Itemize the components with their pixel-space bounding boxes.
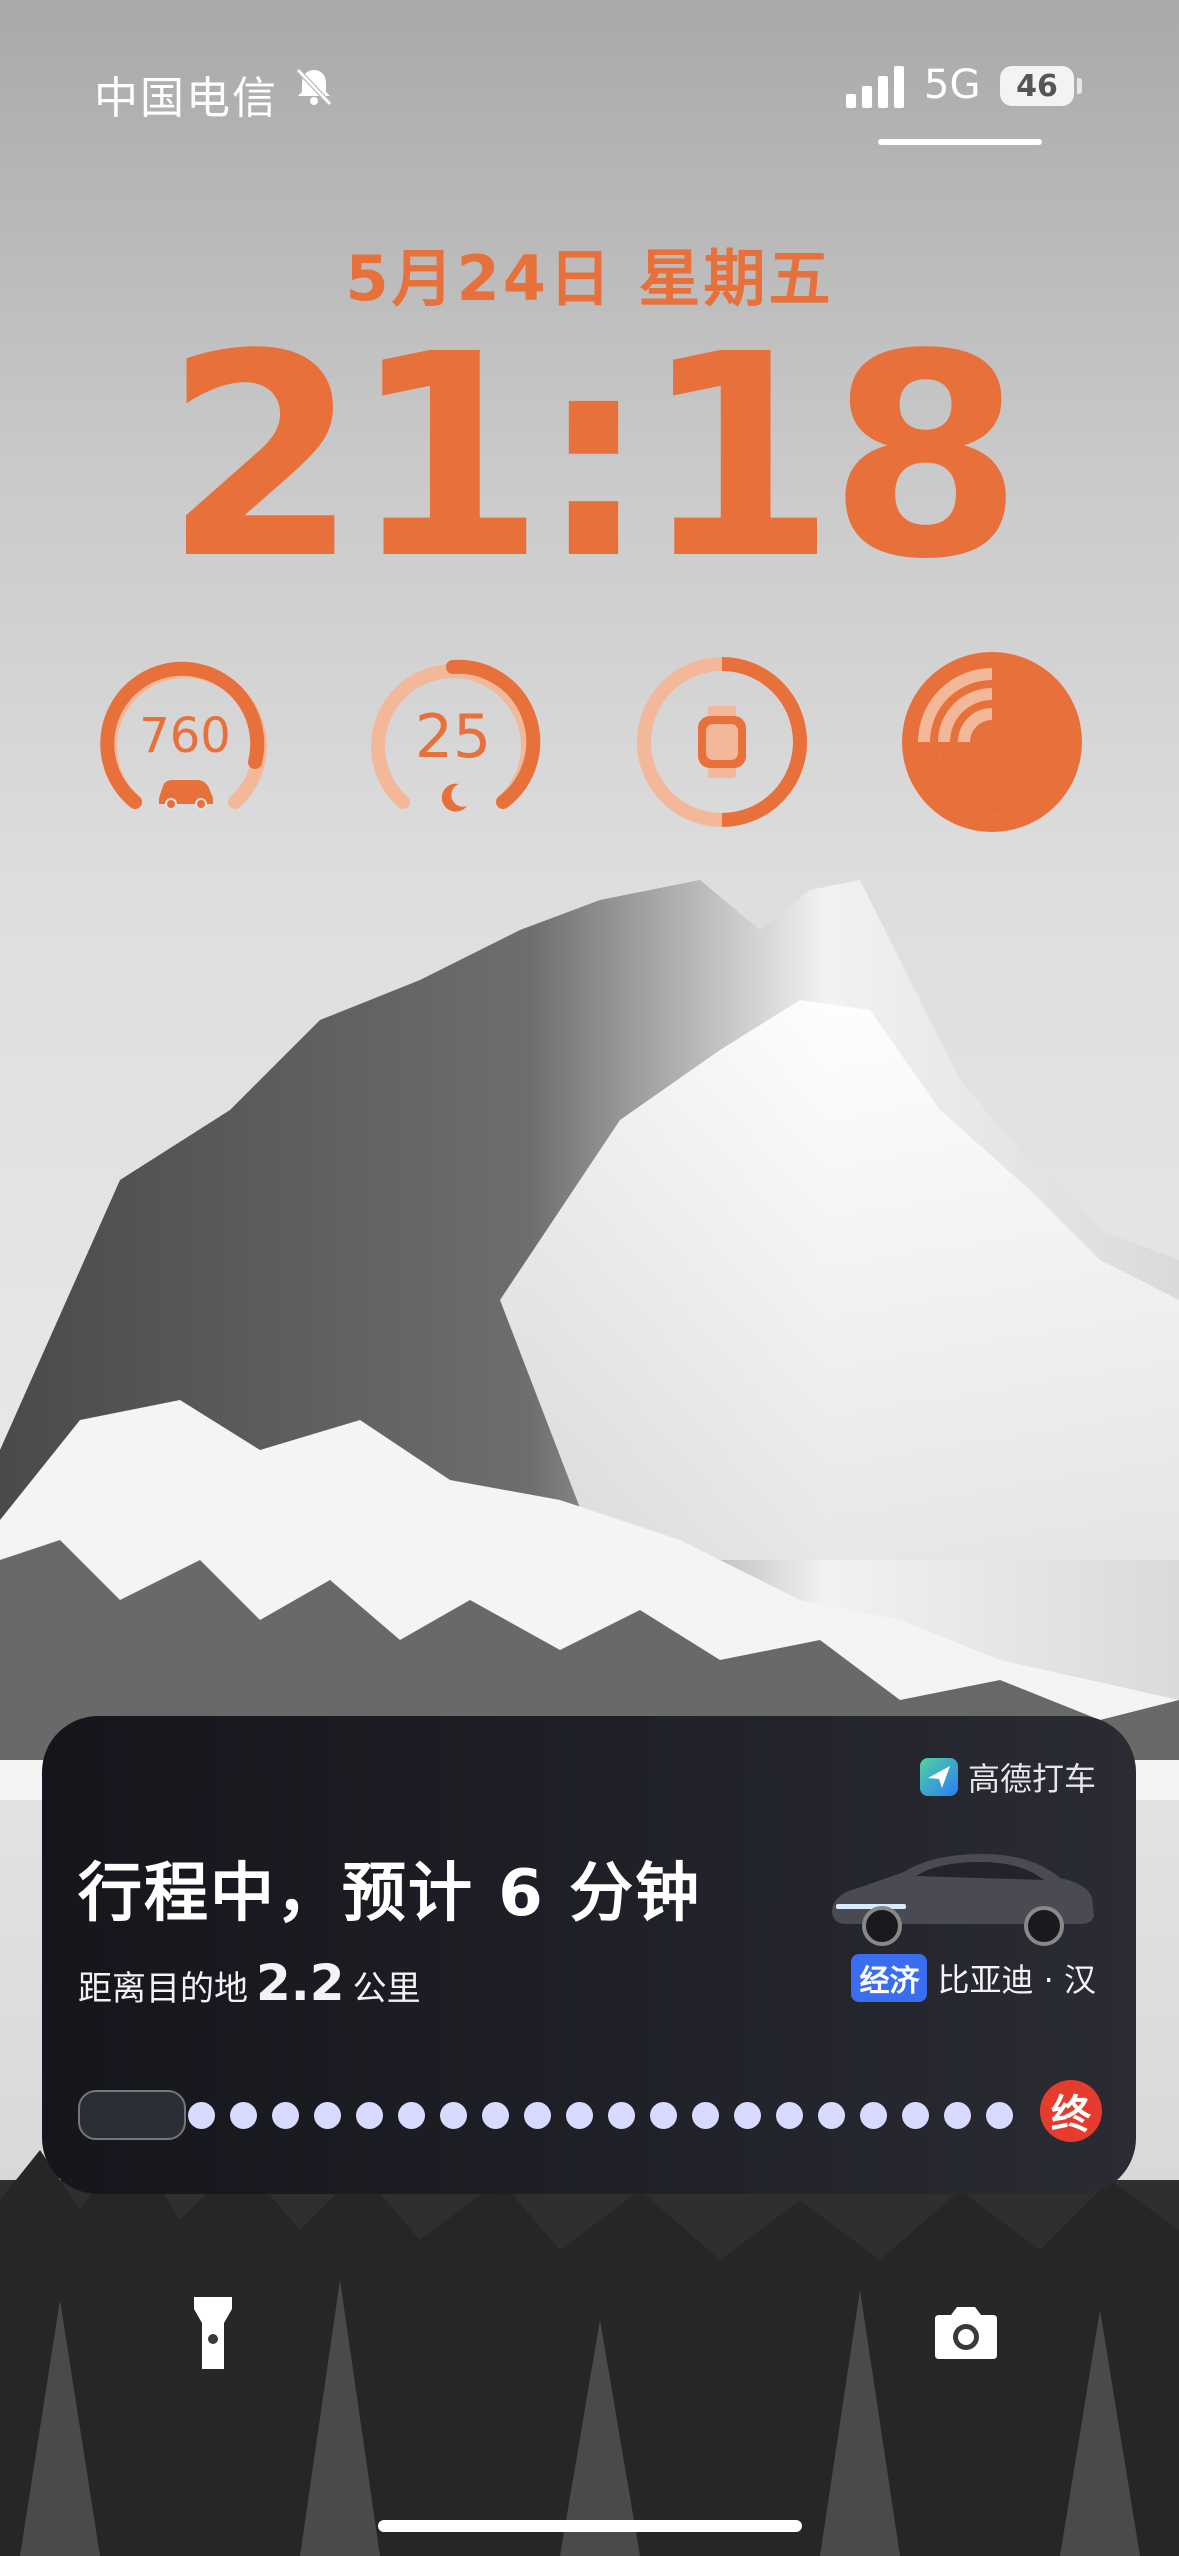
ride-live-activity[interactable]: 高德打车 行程中，预计 6 分钟 距离目的地 2.2 公里 经济 比亚迪 · 汉 终 — [42, 1716, 1136, 2194]
moon-icon — [441, 783, 467, 812]
progress-dot — [440, 2102, 467, 2129]
progress-dots — [188, 2102, 1013, 2129]
progress-dot — [818, 2102, 845, 2129]
home-indicator[interactable] — [378, 2520, 802, 2532]
progress-dot — [356, 2102, 383, 2129]
progress-dot — [608, 2102, 635, 2129]
trip-status-title: 行程中，预计 6 分钟 — [78, 1857, 702, 1931]
widget-car-range[interactable]: 760 — [95, 652, 275, 832]
widget-sleep[interactable]: 25 — [363, 652, 543, 832]
flashlight-icon — [194, 2297, 232, 2369]
camera-icon — [935, 2307, 997, 2359]
widget-car-range-value: 760 — [139, 708, 231, 764]
app-brand-name: 高德打车 — [967, 1760, 1096, 1798]
destination-marker: 终 — [1040, 2080, 1102, 2142]
progress-dot — [566, 2102, 593, 2129]
progress-dot — [776, 2102, 803, 2129]
progress-dot — [902, 2102, 929, 2129]
amap-taxi-icon — [919, 1758, 958, 1796]
widget-sleep-value: 25 — [414, 702, 492, 772]
widget-watch-battery[interactable] — [632, 652, 812, 832]
activity-rings-icon — [902, 652, 1082, 832]
progress-car-icon — [78, 2090, 186, 2140]
progress-dot — [860, 2102, 887, 2129]
flashlight-button[interactable] — [138, 2258, 288, 2408]
progress-dot — [650, 2102, 677, 2129]
network-type: 5G — [924, 62, 981, 108]
trip-progress-track: 终 — [78, 2080, 1102, 2142]
progress-dot — [482, 2102, 509, 2129]
progress-dot — [986, 2102, 1013, 2129]
battery-level: 46 — [1016, 68, 1058, 104]
watch-icon — [698, 706, 746, 778]
lock-time: 21:18 — [163, 295, 1023, 621]
carrier-name: 中国电信 — [94, 73, 278, 124]
vehicle-model: 比亚迪 · 汉 — [937, 1961, 1096, 1999]
vehicle-info: 经济 比亚迪 · 汉 — [851, 1954, 1096, 2002]
progress-dot — [230, 2102, 257, 2129]
progress-dot — [944, 2102, 971, 2129]
app-brand: 高德打车 — [919, 1754, 1096, 1800]
distance-value: 2.2 — [256, 1954, 345, 2012]
progress-dot — [398, 2102, 425, 2129]
vehicle-image — [832, 1854, 1094, 1946]
widget-activity[interactable] — [902, 652, 1082, 832]
lock-screen: 中国电信 5G 46 5月24日 星期五 21:18 760 25 高德打车 行… — [0, 0, 1179, 2556]
progress-dot — [524, 2102, 551, 2129]
silent-mode-icon — [296, 68, 332, 106]
camera-button[interactable] — [891, 2258, 1041, 2408]
battery-tip — [1077, 78, 1082, 94]
distance-prefix: 距离目的地 — [78, 1969, 248, 2009]
progress-dot — [188, 2102, 215, 2129]
progress-dot — [272, 2102, 299, 2129]
signal-icon — [846, 66, 904, 108]
ride-class-badge: 经济 — [851, 1954, 928, 2002]
control-center-indicator[interactable] — [878, 139, 1042, 145]
trip-distance-line: 距离目的地 2.2 公里 — [78, 1954, 421, 2012]
progress-dot — [734, 2102, 761, 2129]
battery-icon: 46 — [1000, 66, 1074, 106]
progress-dot — [314, 2102, 341, 2129]
progress-dot — [692, 2102, 719, 2129]
status-bar: 中国电信 5G 46 — [0, 0, 1179, 180]
distance-unit: 公里 — [352, 1969, 421, 2009]
car-icon — [159, 780, 213, 810]
